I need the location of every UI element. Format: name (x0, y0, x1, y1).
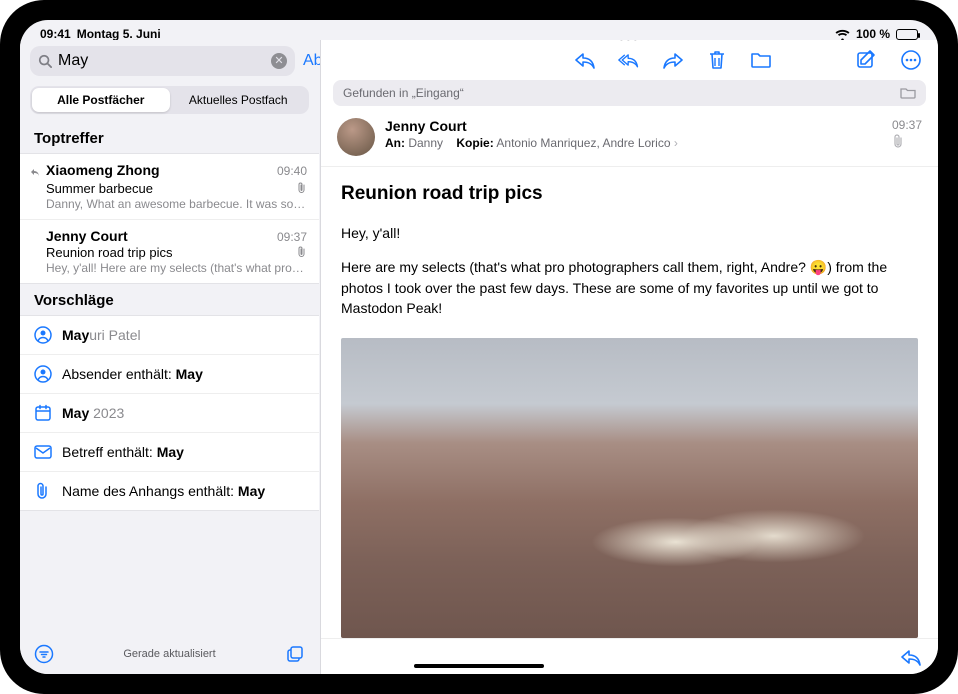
tophit-preview: Danny, What an awesome barbecue. It was … (46, 197, 307, 211)
suggestion-row[interactable]: Betreff enthält: May (20, 433, 319, 472)
message-from[interactable]: Jenny Court (385, 118, 882, 134)
tophits-header: Toptreffer (20, 122, 319, 153)
paperclip-icon (892, 134, 922, 148)
message-pane: ••• (320, 40, 938, 674)
reply-icon[interactable] (900, 648, 922, 666)
message-subject: Reunion road trip pics (341, 183, 918, 205)
suggestion-text: Name des Anhangs enthält: May (62, 483, 265, 499)
tophit-preview: Hey, y'all! Here are my selects (that's … (46, 261, 307, 275)
suggestion-text: May 2023 (62, 405, 124, 421)
statusbar-time: 09:41 (40, 27, 71, 41)
move-folder-icon[interactable] (750, 49, 772, 71)
filter-icon[interactable] (34, 644, 54, 664)
sidebar-footer: Gerade aktualisiert (20, 634, 319, 674)
person-icon (34, 365, 52, 383)
trash-icon[interactable] (706, 49, 728, 71)
suggestion-text: Betreff enthält: May (62, 444, 184, 460)
status-bar: 09:41 Montag 5. Juni 100 % (20, 20, 938, 40)
search-input[interactable] (58, 52, 265, 70)
suggestions-list: Mayuri Patel Absender enthält: May May 2… (20, 315, 319, 511)
suggestion-row[interactable]: Name des Anhangs enthält: May (20, 472, 319, 510)
found-in-banner[interactable]: Gefunden in „Eingang“ (333, 80, 926, 106)
tophit-sender: Jenny Court (46, 228, 128, 244)
statusbar-date: Montag 5. Juni (77, 27, 161, 41)
person-icon (34, 326, 52, 344)
message-greeting: Hey, y'all! (341, 223, 918, 243)
sidebar: ✕ Abbrechen Alle Postfächer Aktuelles Po… (20, 40, 320, 674)
reply-indicator-icon (30, 168, 38, 176)
cc-label: Kopie: (456, 136, 493, 150)
search-icon (38, 54, 52, 68)
avatar[interactable] (337, 118, 375, 156)
tophits-list: Xiaomeng Zhong 09:40 Summer barbecue Dan… (20, 153, 319, 284)
segment-all-mailboxes[interactable]: Alle Postfächer (32, 88, 170, 112)
suggestion-text: Mayuri Patel (62, 327, 141, 343)
sidebar-status: Gerade aktualisiert (123, 648, 215, 660)
message-paragraph: Here are my selects (that's what pro pho… (341, 257, 918, 318)
message-attachment-image[interactable] (341, 338, 918, 638)
suggestion-row[interactable]: May 2023 (20, 394, 319, 433)
tophit-time: 09:40 (277, 164, 307, 178)
reply-all-icon[interactable] (618, 49, 640, 71)
reply-icon[interactable] (574, 49, 596, 71)
mail-icon (34, 443, 52, 461)
message-cc[interactable]: Antonio Manriquez, Andre Lorico (496, 136, 670, 150)
tophit-subject: Reunion road trip pics (46, 245, 172, 260)
paperclip-icon (34, 482, 52, 500)
calendar-icon (34, 404, 52, 422)
tophit-row[interactable]: Jenny Court 09:37 Reunion road trip pics… (20, 220, 319, 283)
segment-current-mailbox[interactable]: Aktuelles Postfach (170, 88, 308, 112)
suggestion-text: Absender enthält: May (62, 366, 203, 382)
suggestion-row[interactable]: Absender enthält: May (20, 355, 319, 394)
message-to[interactable]: Danny (408, 136, 443, 150)
statusbar-battery-pct: 100 % (856, 27, 890, 41)
to-label: An: (385, 136, 405, 150)
folder-icon (900, 87, 916, 99)
paperclip-icon (297, 246, 307, 258)
tophit-sender: Xiaomeng Zhong (46, 162, 160, 178)
message-footer (321, 638, 938, 674)
more-icon[interactable] (900, 49, 922, 71)
found-in-label: Gefunden in „Eingang“ (343, 86, 464, 100)
new-window-icon[interactable] (285, 644, 305, 664)
suggestions-header: Vorschläge (20, 284, 319, 315)
tophit-row[interactable]: Xiaomeng Zhong 09:40 Summer barbecue Dan… (20, 154, 319, 220)
message-body: Reunion road trip pics Hey, y'all! Here … (321, 167, 938, 638)
tophit-subject: Summer barbecue (46, 181, 153, 196)
home-indicator[interactable] (414, 664, 544, 668)
search-field[interactable]: ✕ (30, 46, 295, 76)
scope-segmented-control[interactable]: Alle Postfächer Aktuelles Postfach (30, 86, 309, 114)
compose-icon[interactable] (856, 49, 878, 71)
message-toolbar (321, 40, 938, 80)
drag-handle-icon[interactable]: ••• (619, 40, 640, 46)
wifi-icon (835, 29, 850, 40)
clear-search-icon[interactable]: ✕ (271, 53, 287, 69)
message-header: Jenny Court An: Danny Kopie: Antonio Man… (321, 106, 938, 167)
message-time: 09:37 (892, 118, 922, 132)
paperclip-icon (297, 182, 307, 194)
forward-icon[interactable] (662, 49, 684, 71)
chevron-right-icon[interactable]: › (674, 136, 678, 150)
suggestion-row[interactable]: Mayuri Patel (20, 316, 319, 355)
battery-icon (896, 29, 918, 40)
tophit-time: 09:37 (277, 230, 307, 244)
